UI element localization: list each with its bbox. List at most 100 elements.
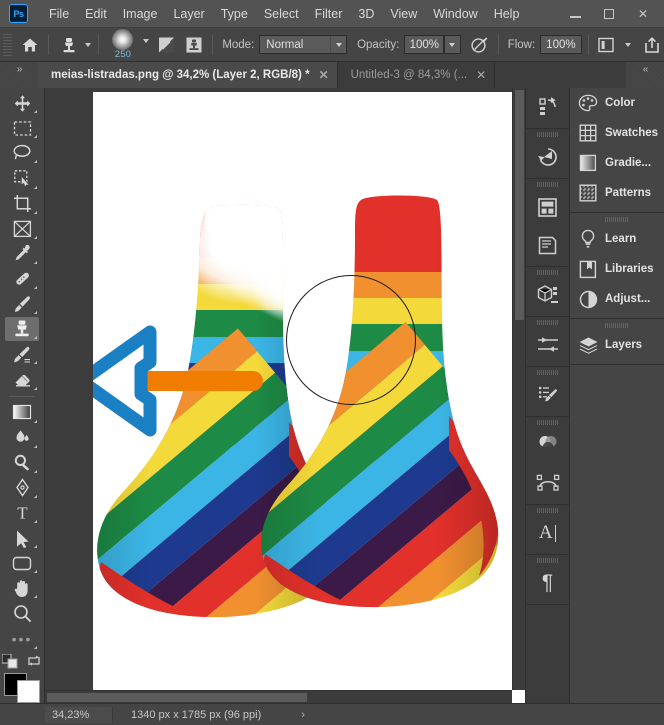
swap-colors-icon[interactable] xyxy=(27,654,42,668)
opacity-slider-toggle[interactable] xyxy=(444,35,460,54)
panel-tab-learn[interactable]: Learn xyxy=(570,224,664,254)
tool-eraser[interactable] xyxy=(5,367,39,391)
panel-grip[interactable] xyxy=(605,323,629,328)
document-tab-title: Untitled-3 @ 84,3% (... xyxy=(351,69,468,81)
adjustments-circle-icon xyxy=(577,290,599,309)
menu-item-file[interactable]: File xyxy=(41,3,77,25)
menu-item-layer[interactable]: Layer xyxy=(165,3,212,25)
panel-grip[interactable] xyxy=(537,558,559,563)
close-icon[interactable]: ✕ xyxy=(319,69,329,81)
panel-grip[interactable] xyxy=(537,370,559,375)
canvas-area[interactable] xyxy=(45,88,525,703)
panel-grip[interactable] xyxy=(537,270,559,275)
menu-item-image[interactable]: Image xyxy=(115,3,166,25)
expand-toolbar-button[interactable]: » xyxy=(0,62,38,88)
tool-brush[interactable] xyxy=(5,292,39,316)
brush-settings-panel-icon[interactable] xyxy=(526,376,570,414)
notes-panel-icon[interactable] xyxy=(526,188,570,226)
panel-tab-layers[interactable]: Layers xyxy=(570,330,664,360)
document-canvas[interactable] xyxy=(93,92,525,703)
color-swatches[interactable] xyxy=(4,673,40,703)
menu-item-filter[interactable]: Filter xyxy=(307,3,351,25)
close-button[interactable]: ✕ xyxy=(626,3,660,25)
tool-rectangular-marquee[interactable] xyxy=(5,116,39,140)
scrollbar-thumb[interactable] xyxy=(47,693,307,702)
tool-edit-toolbar[interactable]: ••• xyxy=(5,627,39,651)
opacity-label: Opacity: xyxy=(357,39,399,51)
menu-item-3d[interactable]: 3D xyxy=(350,3,382,25)
menu-item-help[interactable]: Help xyxy=(486,3,528,25)
status-expand-icon[interactable]: › xyxy=(301,709,305,721)
blend-mode-select[interactable]: Normal xyxy=(259,35,347,54)
opacity-input[interactable]: 100% xyxy=(404,35,444,54)
scrollbar-thumb[interactable] xyxy=(515,90,524,320)
paragraph-panel-icon[interactable]: ¶ xyxy=(526,564,570,602)
tool-crop[interactable] xyxy=(5,192,39,216)
3d-panel-icon[interactable] xyxy=(526,276,570,314)
clone-source-panel-icon[interactable] xyxy=(182,32,205,58)
menu-item-type[interactable]: Type xyxy=(213,3,256,25)
close-icon[interactable]: ✕ xyxy=(476,69,486,81)
background-color-swatch[interactable] xyxy=(17,680,40,703)
tool-clone-stamp[interactable] xyxy=(5,317,39,341)
tool-frame[interactable] xyxy=(5,217,39,241)
menu-item-view[interactable]: View xyxy=(382,3,425,25)
panel-grip[interactable] xyxy=(605,217,629,222)
flow-input[interactable]: 100% xyxy=(540,35,581,54)
panel-tab-libraries[interactable]: Libraries xyxy=(570,254,664,284)
actions-panel-icon[interactable] xyxy=(526,226,570,264)
tool-dodge[interactable] xyxy=(5,451,39,475)
panel-grip[interactable] xyxy=(537,182,559,187)
character-panel-icon[interactable]: A xyxy=(526,514,570,552)
panel-grip[interactable] xyxy=(537,420,559,425)
tool-move[interactable] xyxy=(5,91,39,115)
panel-tab-patterns[interactable]: Patterns xyxy=(570,178,664,208)
aligned-sample-icon[interactable] xyxy=(594,32,617,58)
zoom-level-input[interactable]: 34,23% xyxy=(45,707,113,723)
options-bar-grip[interactable] xyxy=(3,34,12,56)
panel-tab-adjustments[interactable]: Adjust... xyxy=(570,284,664,314)
panel-grip[interactable] xyxy=(537,508,559,513)
minimize-button[interactable] xyxy=(558,3,592,25)
brush-preset-picker[interactable]: 250 xyxy=(106,29,149,61)
panel-grip[interactable] xyxy=(537,320,559,325)
history-panel-icon[interactable] xyxy=(526,88,570,126)
tool-path-selection[interactable] xyxy=(5,526,39,550)
panel-tab-swatches[interactable]: Swatches xyxy=(570,118,664,148)
paths-panel-icon[interactable] xyxy=(526,464,570,502)
tool-lasso[interactable] xyxy=(5,141,39,165)
panel-grip[interactable] xyxy=(537,132,559,137)
menu-item-window[interactable]: Window xyxy=(425,3,485,25)
tool-gradient[interactable] xyxy=(5,400,39,424)
document-tab-active[interactable]: meias-listradas.png @ 34,2% (Layer 2, RG… xyxy=(38,62,338,88)
menu-item-select[interactable]: Select xyxy=(256,3,307,25)
tool-blur[interactable] xyxy=(5,426,39,450)
tool-pen[interactable] xyxy=(5,476,39,500)
tool-type[interactable]: T xyxy=(5,501,39,525)
brush-panel-toggle-icon[interactable] xyxy=(155,32,178,58)
tool-spot-healing-brush[interactable] xyxy=(5,267,39,291)
tool-hand[interactable] xyxy=(5,576,39,600)
airbrush-icon[interactable] xyxy=(468,32,491,58)
panel-tab-gradients[interactable]: Gradie... xyxy=(570,148,664,178)
tool-object-selection[interactable] xyxy=(5,166,39,190)
menu-item-edit[interactable]: Edit xyxy=(77,3,115,25)
home-icon[interactable] xyxy=(18,32,41,58)
tool-preset-picker[interactable] xyxy=(56,32,91,58)
chevron-down-icon[interactable] xyxy=(625,43,631,47)
canvas-vertical-scrollbar[interactable] xyxy=(512,88,525,690)
default-colors-icon[interactable] xyxy=(2,654,18,669)
canvas-horizontal-scrollbar[interactable] xyxy=(45,690,512,703)
channels-panel-icon[interactable] xyxy=(526,426,570,464)
properties-panel-icon[interactable] xyxy=(526,326,570,364)
tool-zoom[interactable] xyxy=(5,601,39,625)
share-icon[interactable] xyxy=(641,32,664,58)
document-tab-inactive[interactable]: Untitled-3 @ 84,3% (... ✕ xyxy=(338,62,496,88)
tool-history-brush[interactable] xyxy=(5,342,39,366)
collapse-panels-button[interactable]: « xyxy=(626,62,664,88)
panel-tab-color[interactable]: Color xyxy=(570,88,664,118)
tool-rectangle[interactable] xyxy=(5,551,39,575)
rotate-view-panel-icon[interactable] xyxy=(526,138,570,176)
maximize-button[interactable] xyxy=(592,3,626,25)
tool-eyedropper[interactable] xyxy=(5,242,39,266)
